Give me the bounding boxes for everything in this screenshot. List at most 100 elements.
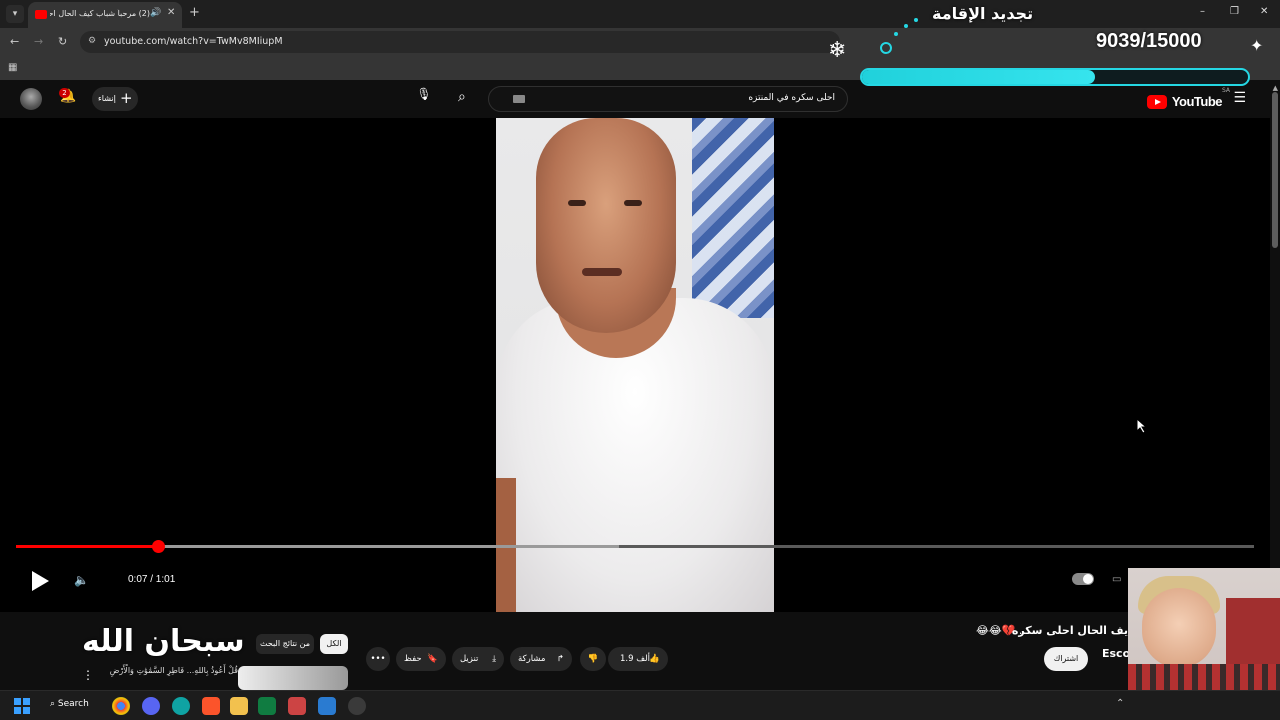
play-icon[interactable] bbox=[32, 571, 49, 591]
mouse-cursor-icon bbox=[1136, 418, 1148, 434]
close-tab-icon[interactable]: ✕ bbox=[167, 7, 175, 18]
close-window-icon[interactable]: ✕ bbox=[1260, 6, 1268, 17]
app-icon[interactable] bbox=[172, 697, 190, 715]
avatar[interactable] bbox=[20, 88, 42, 110]
page-scrollbar[interactable] bbox=[1272, 92, 1278, 248]
minimize-icon[interactable]: – bbox=[1200, 6, 1205, 17]
save-button[interactable]: حفظ 🔖 bbox=[396, 647, 446, 671]
more-actions-button[interactable]: ••• bbox=[366, 647, 390, 671]
back-icon[interactable]: ← bbox=[10, 35, 19, 48]
share-label: مشاركة bbox=[518, 654, 546, 664]
youtube-play-icon bbox=[1146, 94, 1167, 109]
country-code: SA bbox=[1221, 87, 1230, 94]
notification-badge: 2 bbox=[59, 88, 70, 98]
chrome-icon[interactable] bbox=[112, 697, 130, 715]
windows-start-icon[interactable] bbox=[14, 698, 30, 714]
webcam-overlay bbox=[1128, 568, 1280, 692]
tray-overflow-icon[interactable]: ⌃ bbox=[1116, 698, 1124, 709]
create-label: إنشاء bbox=[98, 94, 116, 103]
video-title: يف الحال احلى سكره bbox=[1011, 624, 1128, 637]
eye-right-image bbox=[624, 200, 642, 206]
create-button[interactable]: إنشاء + bbox=[92, 87, 138, 111]
overlay-title: تجديد الإقامة bbox=[932, 4, 1034, 23]
app-icon[interactable] bbox=[348, 697, 366, 715]
related-more-icon[interactable]: ⋮ bbox=[82, 668, 94, 682]
child-face-image bbox=[1142, 588, 1216, 668]
search-icon[interactable]: ⌕ bbox=[458, 89, 466, 105]
file-explorer-icon[interactable] bbox=[230, 697, 248, 715]
apps-grid-icon[interactable]: ▦ bbox=[8, 62, 17, 73]
new-tab-button[interactable]: + bbox=[189, 5, 200, 20]
autoplay-toggle[interactable] bbox=[1072, 573, 1094, 585]
overlay-dot bbox=[914, 18, 918, 22]
chip-all[interactable]: الكل bbox=[320, 634, 348, 654]
site-info-icon[interactable]: ⚙ bbox=[88, 36, 96, 46]
youtube-wordmark: YouTube bbox=[1171, 94, 1223, 109]
share-button[interactable]: مشاركة ↱ bbox=[510, 647, 572, 671]
windows-taskbar: ⌕ Search ⌃ bbox=[0, 690, 1280, 720]
like-button[interactable]: 1.9 ألف 👍 bbox=[608, 647, 668, 671]
save-label: حفظ bbox=[404, 654, 422, 664]
url-text: youtube.com/watch?v=TwMv8MIiupM bbox=[104, 36, 283, 47]
head-image bbox=[536, 118, 676, 333]
restore-icon[interactable]: ❐ bbox=[1230, 6, 1239, 17]
overlay-dot bbox=[904, 24, 908, 28]
discord-icon[interactable] bbox=[142, 697, 160, 715]
mouth-image bbox=[582, 268, 622, 276]
app-icon[interactable] bbox=[318, 697, 336, 715]
like-count: 1.9 ألف bbox=[620, 654, 650, 664]
chip-from-search[interactable]: من نتائج البحث bbox=[256, 634, 314, 654]
progress-scrubber[interactable] bbox=[152, 540, 165, 553]
browser-toolbar: ← → ↻ ⚙ youtube.com/watch?v=TwMv8MIiupM bbox=[0, 28, 1280, 56]
volume-icon[interactable]: 🔈 bbox=[74, 573, 89, 587]
share-icon: ↱ bbox=[556, 654, 564, 664]
child-shirt-image bbox=[1128, 664, 1280, 692]
more-icon: ••• bbox=[370, 654, 386, 664]
channel-name[interactable]: Esco bbox=[1102, 647, 1130, 660]
search-input[interactable]: احلى سكره في المنتزه bbox=[488, 86, 848, 112]
reload-icon[interactable]: ↻ bbox=[58, 35, 67, 48]
taskbar-search[interactable]: ⌕ Search bbox=[50, 699, 89, 709]
eye-left-image bbox=[568, 200, 586, 206]
related-video-text: قُلْ أَعُوذُ بِاللهِ... فَاطِرِ السَّمَٰ… bbox=[109, 666, 238, 675]
keyboard-icon[interactable] bbox=[513, 95, 525, 103]
forward-icon[interactable]: → bbox=[34, 35, 43, 48]
tab-title: (2) مرحباً شباب كيف الحال احلى bbox=[50, 9, 150, 18]
audio-playing-icon[interactable]: 🔊 bbox=[150, 8, 161, 18]
brave-icon[interactable] bbox=[202, 697, 220, 715]
voice-search-icon[interactable]: 🎙 bbox=[414, 87, 434, 107]
overlay-dot bbox=[894, 32, 898, 36]
sparkle-icon: ✦ bbox=[1250, 36, 1264, 55]
progress-played bbox=[16, 545, 158, 548]
subtitles-icon[interactable]: ▭ bbox=[1112, 574, 1121, 585]
overlay-ring bbox=[880, 42, 892, 54]
plus-icon: + bbox=[120, 89, 133, 107]
download-button[interactable]: تنزيل ⤓ bbox=[452, 647, 504, 671]
taskbar-search-label: Search bbox=[57, 699, 89, 709]
search-query: احلى سكره في المنتزه bbox=[748, 93, 835, 103]
overlay-caption: سبحان الله bbox=[82, 624, 245, 659]
app-icon[interactable] bbox=[288, 697, 306, 715]
snowflake-icon: ❄ bbox=[828, 38, 847, 63]
dislike-button[interactable]: 👎 bbox=[580, 647, 606, 671]
video-player[interactable]: 🔈 0:07 / 1:01 ▭ bbox=[0, 118, 1270, 612]
tab-search-button[interactable]: ▾ bbox=[6, 5, 24, 23]
thumbs-up-icon: 👍 bbox=[649, 654, 660, 664]
scroll-up-arrow-icon[interactable]: ▲ bbox=[1273, 84, 1278, 92]
thumbs-down-icon: 👎 bbox=[587, 654, 599, 664]
related-video-thumbnail[interactable] bbox=[238, 666, 348, 690]
bookmark-icon: 🔖 bbox=[427, 654, 438, 664]
overlay-counter: 9039/15000 bbox=[1096, 30, 1202, 52]
youtube-favicon-icon bbox=[35, 10, 47, 19]
overlay-progress-fill bbox=[862, 70, 1095, 84]
excel-icon[interactable] bbox=[258, 697, 276, 715]
browser-tab-strip: ▾ (2) مرحباً شباب كيف الحال احلى 🔊 ✕ + –… bbox=[0, 0, 1280, 28]
subscribe-button[interactable]: اشتراك bbox=[1044, 647, 1088, 671]
download-icon: ⤓ bbox=[492, 654, 496, 664]
address-bar[interactable]: ⚙ youtube.com/watch?v=TwMv8MIiupM bbox=[80, 31, 840, 53]
download-label: تنزيل bbox=[460, 654, 479, 664]
time-display: 0:07 / 1:01 bbox=[128, 574, 176, 585]
browser-tab-active[interactable]: (2) مرحباً شباب كيف الحال احلى 🔊 ✕ bbox=[28, 2, 182, 28]
youtube-logo[interactable]: YouTube SA bbox=[1146, 87, 1230, 109]
menu-icon[interactable]: ☰ bbox=[1233, 90, 1246, 106]
